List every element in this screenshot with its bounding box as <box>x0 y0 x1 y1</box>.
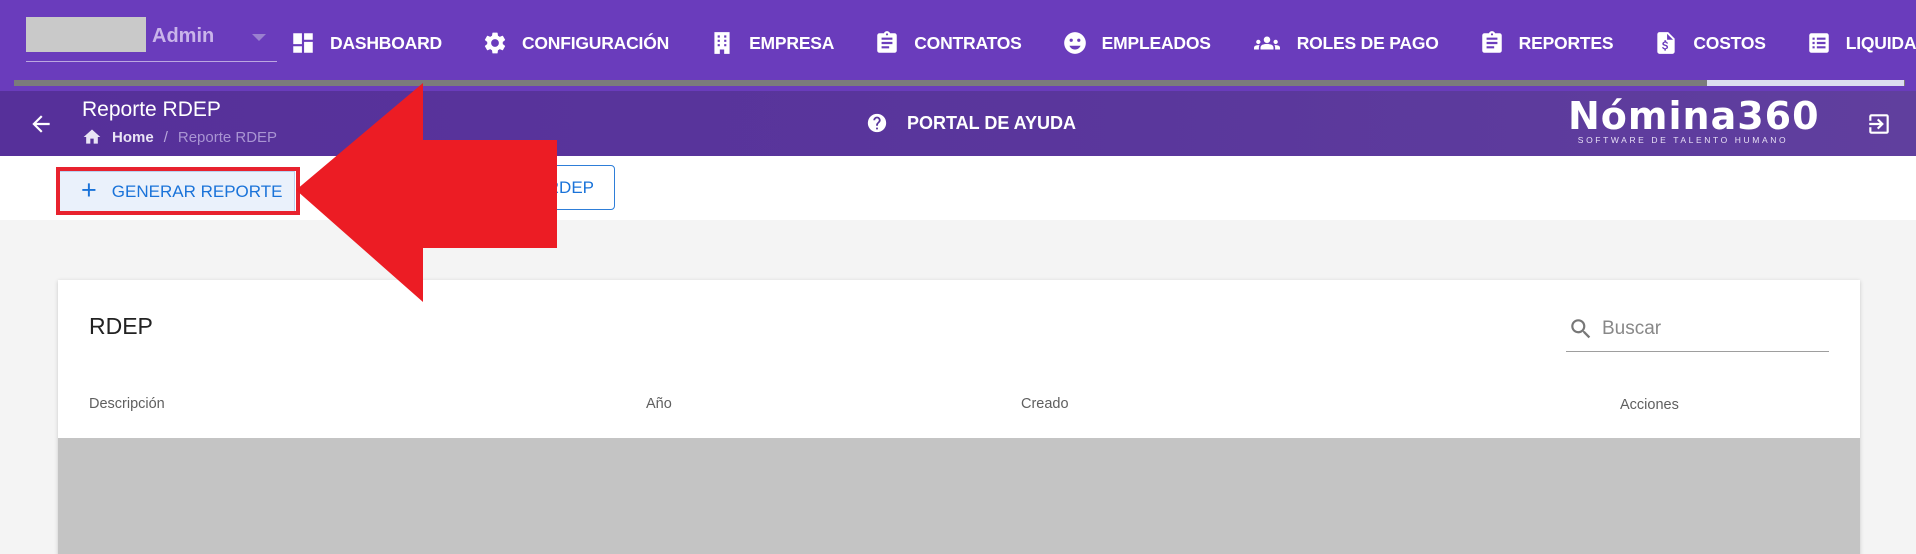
column-header-acciones: Acciones <box>1620 397 1679 413</box>
home-icon <box>83 129 101 144</box>
brand-tagline: SOFTWARE DE TALENTO HUMANO <box>1577 135 1789 145</box>
logout-icon[interactable] <box>1866 111 1892 137</box>
user-name: Admin <box>152 25 215 47</box>
nav-item-dashboard[interactable]: DASHBOARD <box>290 22 442 64</box>
column-header-creado[interactable]: Creado <box>1021 396 1069 412</box>
user-selector[interactable]: Admin <box>26 17 277 62</box>
dashboard-icon <box>293 33 313 53</box>
nav-item-liquidaciones[interactable]: LIQUIDACIONES <box>1806 22 1916 64</box>
nav-active-indicator <box>1707 80 1904 86</box>
search-icon <box>1571 319 1591 339</box>
nav-item-empleados[interactable]: EMPLEADOS <box>1062 22 1211 64</box>
help-portal-label: PORTAL DE AYUDA <box>907 112 1077 133</box>
brand-name: Nómina360 <box>1568 94 1820 138</box>
nav-item-label: DASHBOARD <box>330 32 442 53</box>
help-portal-link[interactable]: PORTAL DE AYUDA <box>866 112 1076 134</box>
main-nav: DASHBOARD CONFIGURACIÓN EMPRESA CONTRATO… <box>290 22 1916 64</box>
highlight-annotation-box <box>56 167 300 215</box>
top-navigation-bar: Admin DASHBOARD CONFIGURACIÓN EMPRESA CO… <box>0 0 1916 91</box>
search-input[interactable] <box>1602 314 1822 344</box>
nav-item-label: ROLES DE PAGO <box>1296 32 1439 53</box>
face-icon <box>1063 32 1086 54</box>
search-field[interactable] <box>1566 312 1829 352</box>
nav-item-label: EMPRESA <box>749 32 835 53</box>
nav-item-reportes[interactable]: REPORTES <box>1479 22 1614 64</box>
gear-icon <box>484 32 506 54</box>
column-header-ano[interactable]: Año <box>646 396 672 412</box>
breadcrumb: Home / Reporte RDEP <box>82 127 277 147</box>
nav-item-label: COSTOS <box>1693 32 1766 53</box>
nav-item-label: REPORTES <box>1518 32 1614 53</box>
table-body-redacted <box>58 438 1860 554</box>
nav-item-label: CONTRATOS <box>914 32 1022 53</box>
annotation-arrow <box>296 83 557 302</box>
breadcrumb-separator: / <box>163 128 168 146</box>
card-title: RDEP <box>89 313 153 339</box>
action-toolbar: RDEP + GENERAR REPORTE <box>0 156 1916 220</box>
nav-item-contratos[interactable]: CONTRATOS <box>874 22 1022 64</box>
breadcrumb-home[interactable]: Home <box>112 129 154 146</box>
nav-item-label: CONFIGURACIÓN <box>521 32 670 53</box>
nav-item-roles-de-pago[interactable]: ROLES DE PAGO <box>1251 22 1439 64</box>
help-icon <box>867 113 887 133</box>
nav-item-empresa[interactable]: EMPRESA <box>709 22 834 64</box>
building-icon <box>714 32 730 54</box>
nav-item-label: EMPLEADOS <box>1101 32 1211 53</box>
list-icon <box>1808 33 1829 53</box>
clipboard-icon <box>877 31 897 53</box>
nav-item-label: LIQUIDACIONES <box>1845 32 1916 53</box>
back-arrow-icon[interactable] <box>28 111 54 137</box>
chevron-down-icon <box>252 34 266 41</box>
breadcrumb-current: Reporte RDEP <box>177 128 278 146</box>
invoice-dollar-icon <box>1657 32 1676 54</box>
column-header-descripcion[interactable]: Descripción <box>89 396 165 412</box>
rdep-card: RDEP Descripción Año Creado Acciones <box>58 280 1860 554</box>
nav-item-costos[interactable]: COSTOS <box>1653 22 1766 64</box>
group-icon <box>1253 36 1280 50</box>
user-avatar <box>26 17 146 52</box>
page-header: Reporte RDEP Home / Reporte RDEP PORTAL … <box>0 91 1916 156</box>
clipboard-icon <box>1481 31 1502 53</box>
brand-logo: Nómina360 SOFTWARE DE TALENTO HUMANO <box>1568 94 1820 145</box>
page-title: Reporte RDEP <box>82 98 221 121</box>
nav-item-configuracion[interactable]: CONFIGURACIÓN <box>482 22 669 64</box>
